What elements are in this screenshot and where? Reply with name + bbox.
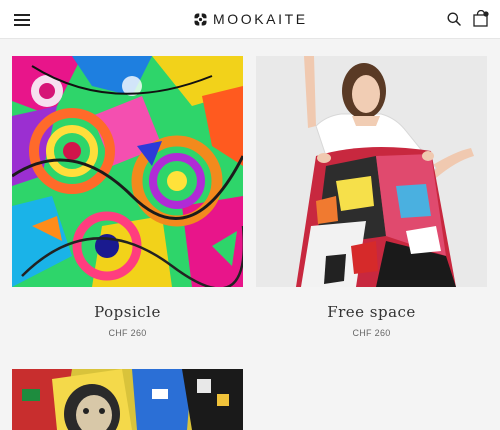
product-image-popsicle[interactable] [12,56,243,287]
product-image-free-space[interactable] [256,56,487,287]
product-price: CHF 260 [352,328,391,338]
brand-mark-icon [194,12,207,26]
search-icon[interactable] [447,12,461,26]
product-card-popsicle: Popsicle CHF 260 [12,56,243,346]
product-card-partial [12,369,243,430]
product-title[interactable]: Popsicle [12,303,243,321]
brand-logo[interactable]: MOOKAITE [194,10,308,28]
product-price: CHF 260 [108,328,147,338]
shopping-bag-icon[interactable] [473,10,489,27]
menu-icon[interactable] [14,12,30,26]
brand-name: MOOKAITE [213,11,308,27]
product-card-free-space: Free space CHF 260 [256,56,487,346]
product-image-partial[interactable] [12,369,243,430]
product-title[interactable]: Free space [256,303,487,321]
site-header: MOOKAITE [0,0,500,39]
